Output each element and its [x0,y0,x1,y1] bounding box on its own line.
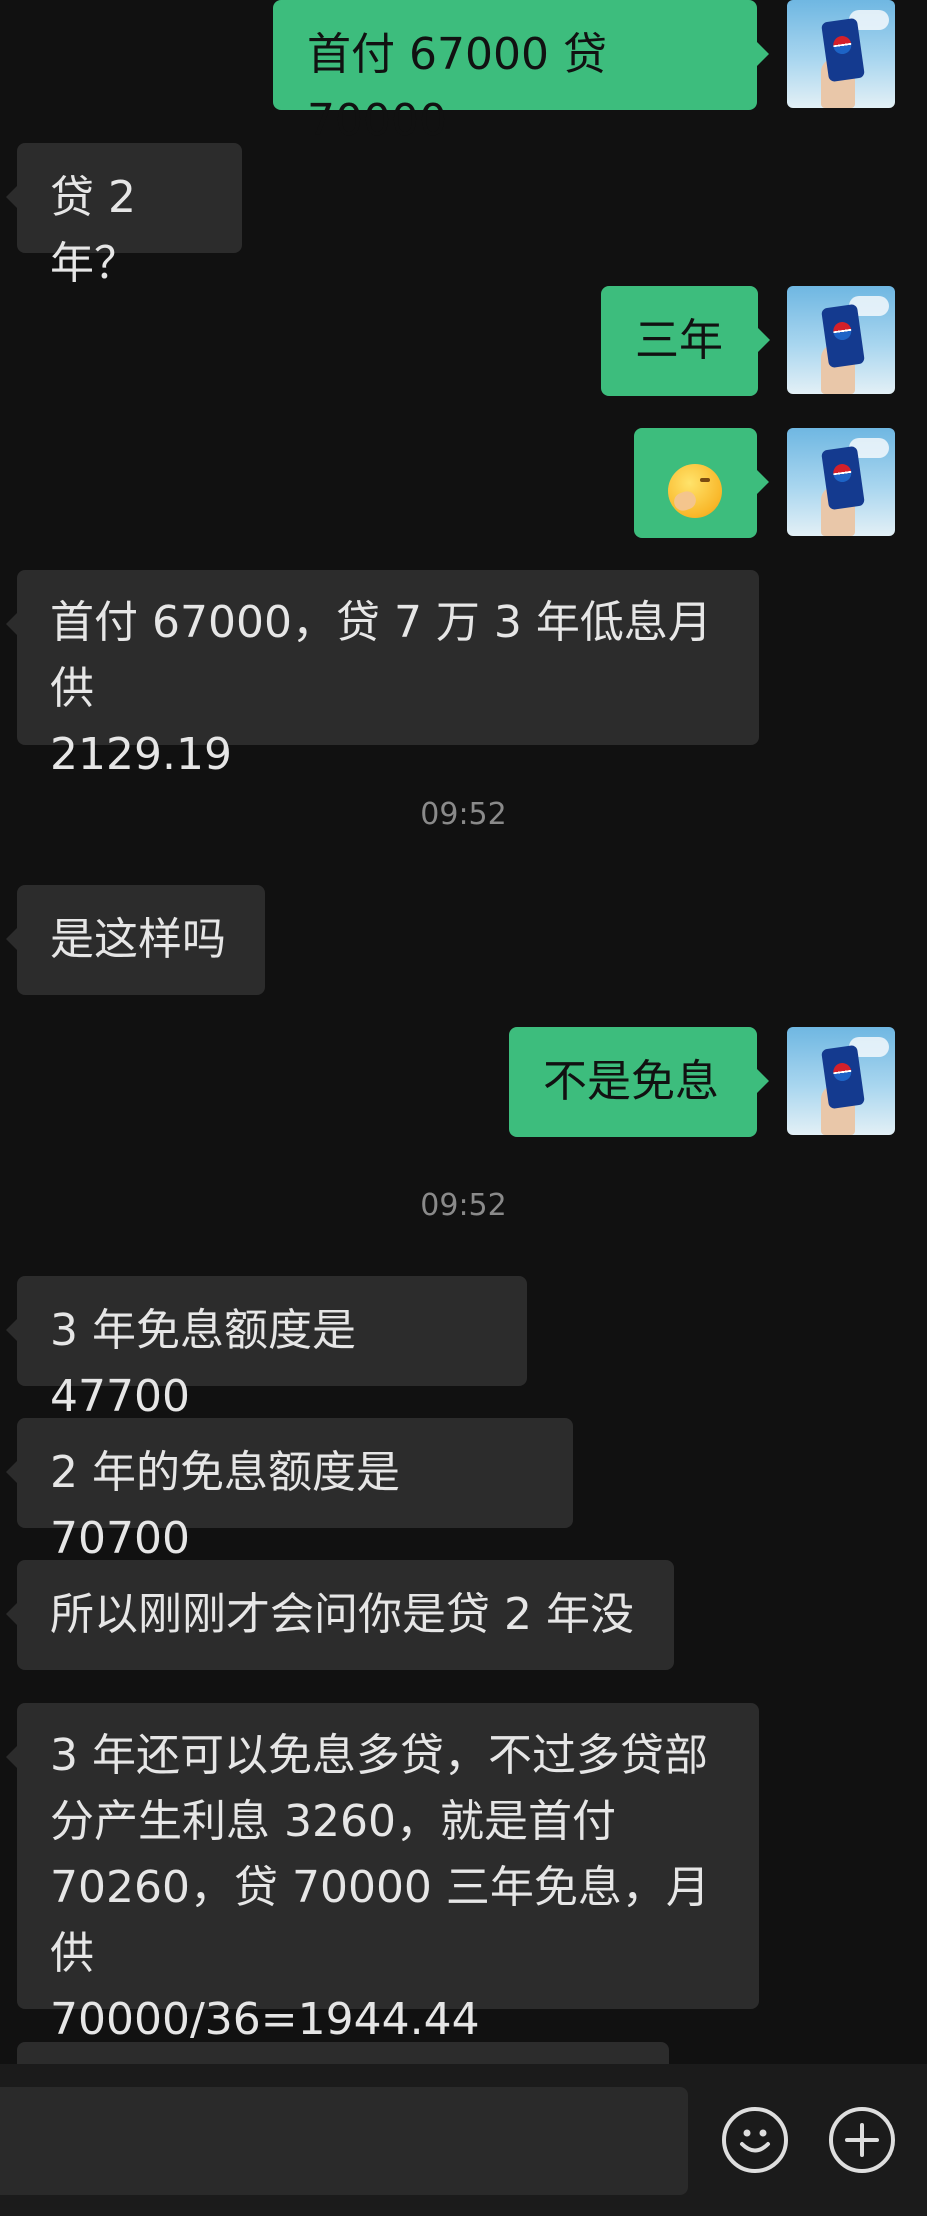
message-line: 分产生利息 3260，就是首付 [50,1796,616,1847]
outgoing-message[interactable]: 首付 67000 贷 70000 [273,0,769,146]
outgoing-message[interactable]: 不是免息 [509,1027,769,1137]
incoming-message[interactable]: 3 年免息额度是 47700 [6,1276,527,1422]
message-text: 不是免息 [543,1056,719,1107]
message-text: 贷 2 年？ [50,172,138,289]
incoming-message[interactable]: 首付 67000，贷 7 万 3 年低息月供 2129.19 [6,570,759,780]
user-avatar[interactable] [787,286,895,394]
message-text: 所以刚刚才会问你是贷 2 年没 [50,1589,634,1640]
message-line: 2129.19 [50,729,232,780]
message-line: 首付 67000，贷 7 万 3 年低息月供 [50,597,712,714]
message-line: 70260，贷 70000 三年免息，月供 [50,1862,710,1979]
message-text: 3 年免息额度是 47700 [50,1305,356,1422]
incoming-message[interactable]: 3 年还可以免息多贷，不过多贷部 分产生利息 3260，就是首付 70260，贷… [6,1703,759,2045]
message-input[interactable] [0,2087,688,2195]
timestamp: 09:52 [420,797,507,832]
message-text: 是这样吗 [50,914,226,965]
plus-icon [845,2123,879,2157]
incoming-message[interactable]: 所以刚刚才会问你是贷 2 年没 [6,1560,674,1670]
message-text: 三年 [635,315,723,366]
face-palm-emoji-icon [668,464,722,518]
timestamp: 09:52 [420,1188,507,1223]
chat-messages[interactable]: 首付 67000 贷 70000 贷 2 年？ 三年 首付 67000，贷 7 … [0,0,927,2064]
outgoing-message[interactable]: 三年 [601,286,770,396]
user-avatar[interactable] [787,428,895,536]
message-text: 首付 67000 贷 70000 [307,29,607,146]
user-avatar[interactable] [787,1027,895,1135]
add-button[interactable] [829,2107,895,2173]
outgoing-message[interactable] [634,428,769,538]
message-text: 2 年的免息额度是 70700 [50,1447,400,1564]
incoming-message[interactable]: 贷 2 年？ [6,143,242,289]
incoming-message[interactable]: 2 年的免息额度是 70700 [6,1418,573,1564]
smiley-icon [740,2129,770,2153]
incoming-message[interactable] [17,2042,669,2064]
message-line: 3 年还可以免息多贷，不过多贷部 [50,1730,708,1781]
user-avatar[interactable] [787,0,895,108]
message-input-bar [0,2064,927,2216]
incoming-message[interactable]: 是这样吗 [6,885,265,995]
emoji-button[interactable] [722,2107,788,2173]
